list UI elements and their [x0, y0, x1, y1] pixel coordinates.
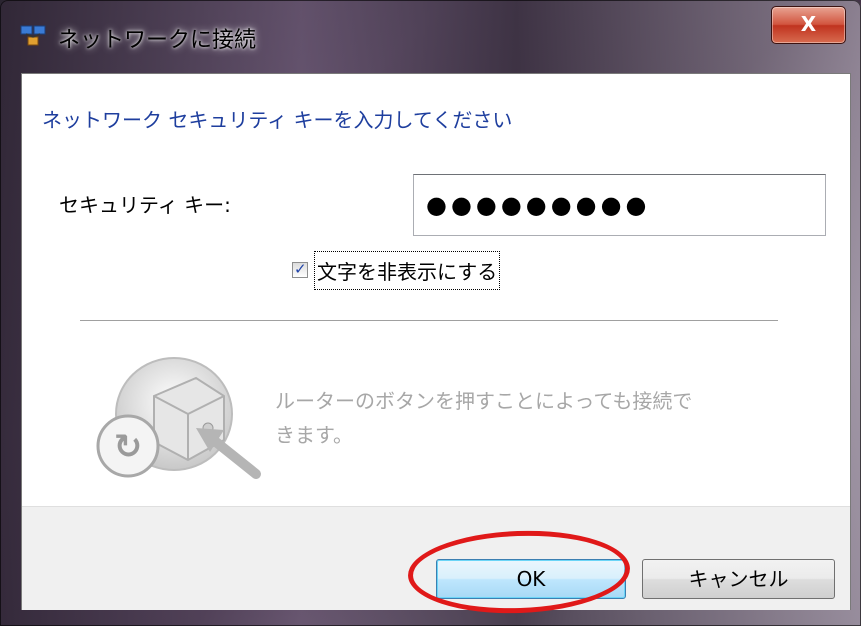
cancel-button[interactable]: キャンセル — [642, 559, 835, 599]
hide-characters-option[interactable]: ✓ 文字を非表示にする — [292, 250, 501, 290]
network-icon — [20, 25, 46, 46]
close-button[interactable]: X — [771, 6, 846, 44]
hide-characters-checkbox[interactable]: ✓ — [292, 260, 308, 278]
dialog-window: ネットワークに接続 X ネットワーク セキュリティ キーを入力してください セキ… — [0, 0, 861, 626]
security-key-input[interactable]: ●●●●●●●●● — [413, 174, 826, 236]
security-key-label: セキュリティ キー: — [59, 193, 231, 217]
router-button-hint: ルーターのボタンを押すことによっても接続できます。 — [275, 389, 693, 447]
wps-router-icon: ↻ — [96, 357, 261, 479]
hide-characters-label[interactable]: 文字を非表示にする — [314, 250, 501, 290]
window-title: ネットワークに接続 — [58, 28, 257, 53]
title-bar[interactable]: ネットワークに接続 X — [0, 0, 861, 74]
dialog-content: ネットワーク セキュリティ キーを入力してください セキュリティ キー: ●●●… — [21, 73, 851, 610]
svg-text:↻: ↻ — [114, 427, 143, 467]
button-bar: OK キャンセル — [22, 506, 850, 610]
ok-button[interactable]: OK — [436, 559, 626, 599]
divider — [80, 320, 778, 322]
page-title: ネットワーク セキュリティ キーを入力してください — [42, 108, 513, 132]
check-icon: ✓ — [294, 260, 307, 278]
